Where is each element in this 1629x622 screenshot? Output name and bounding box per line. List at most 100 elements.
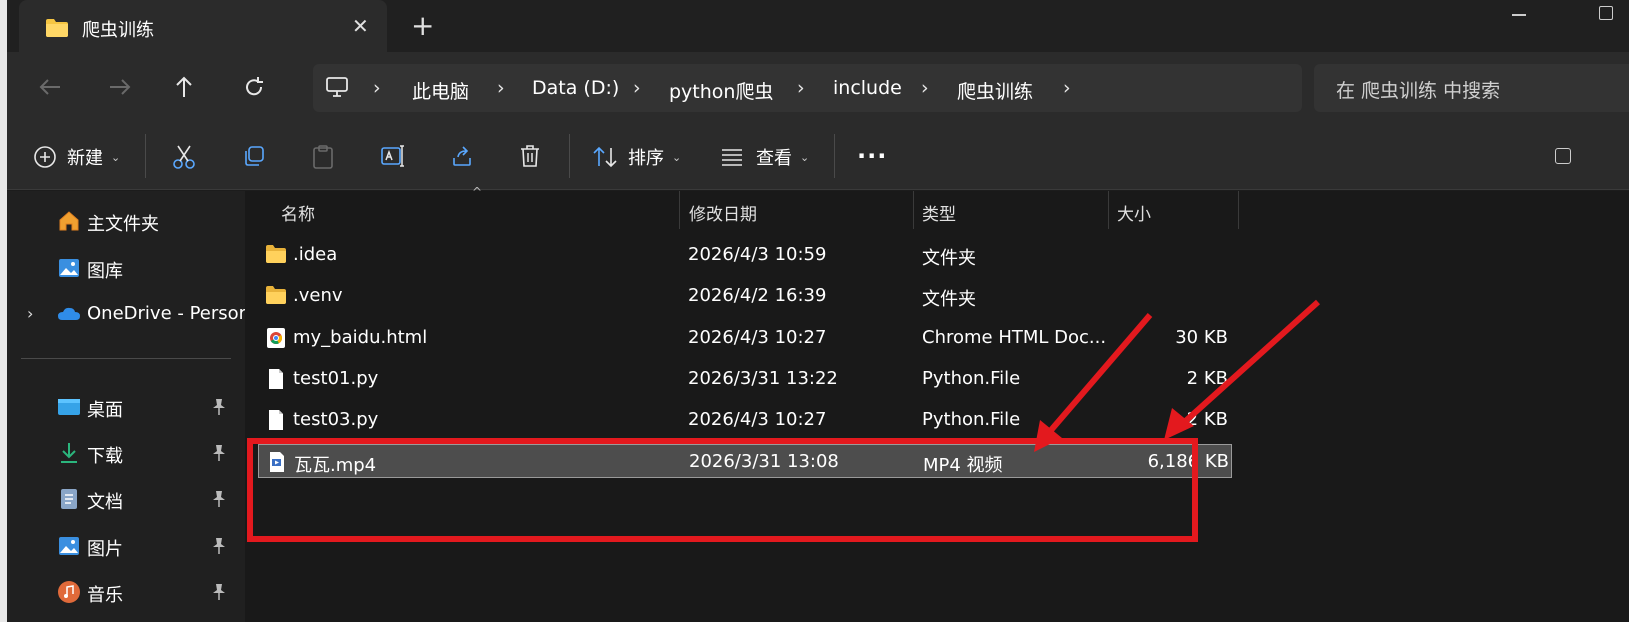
sort-label: 排序: [628, 148, 664, 169]
chevron-right-icon[interactable]: ›: [373, 77, 381, 99]
new-tab-button[interactable]: +: [411, 12, 434, 40]
search-input[interactable]: 在 爬虫训练 中搜索: [1314, 64, 1629, 112]
rename-button[interactable]: [380, 144, 406, 168]
folder-icon: [265, 285, 287, 307]
column-header-name[interactable]: 名称: [281, 191, 315, 229]
file-modified: 2026/3/31 13:08: [689, 451, 839, 472]
pictures-icon: [57, 534, 81, 558]
tab-active[interactable]: 爬虫训练 ✕: [19, 0, 387, 56]
sort-button[interactable]: 排序 ⌄: [592, 144, 681, 170]
sidebar-item-onedrive[interactable]: › OneDrive - Persor: [7, 294, 246, 334]
back-button[interactable]: [35, 72, 65, 102]
sidebar-item-label: 音乐: [87, 585, 123, 606]
column-header-size[interactable]: 大小: [1117, 191, 1151, 229]
sidebar-divider: [21, 358, 231, 359]
table-row[interactable]: .idea 2026/4/3 10:59 文件夹: [258, 238, 1232, 272]
navigation-pane: 主文件夹 图库 › OneDrive - Persor 桌面 下载 文档 图片 …: [7, 191, 246, 622]
chevron-right-icon[interactable]: ›: [797, 77, 805, 99]
navigation-bar: › 此电脑 › Data (D:) › python爬虫 › include ›…: [7, 52, 1629, 122]
file-type: Python.File: [922, 409, 1021, 430]
chevron-right-icon[interactable]: ›: [497, 77, 505, 99]
pin-icon[interactable]: [212, 583, 226, 605]
table-row[interactable]: test01.py 2026/3/31 13:22 Python.File 2 …: [258, 362, 1232, 396]
view-button[interactable]: 查看 ⌄: [720, 144, 809, 170]
sidebar-item-label: 文档: [87, 492, 123, 513]
refresh-icon: [246, 77, 263, 96]
more-options-button[interactable]: ...: [857, 136, 887, 164]
table-row[interactable]: test03.py 2026/4/3 10:27 Python.File 2 K…: [258, 403, 1232, 437]
file-type: 文件夹: [922, 248, 976, 269]
cut-button[interactable]: [172, 144, 196, 170]
paste-button[interactable]: [311, 144, 335, 170]
sidebar-item-pictures[interactable]: 图片: [7, 526, 245, 566]
share-icon: [453, 146, 471, 166]
file-name: 瓦瓦.mp4: [294, 455, 377, 476]
sidebar-item-desktop[interactable]: 桌面: [7, 387, 245, 427]
sidebar-item-home[interactable]: 主文件夹: [7, 201, 245, 241]
arrow-up-icon: [176, 76, 192, 97]
music-icon: [57, 580, 81, 604]
sidebar-item-music[interactable]: 音乐: [7, 572, 245, 612]
file-list: ^ 名称 修改日期 类型 大小 .idea 2026/4/3 10:59 文件夹…: [245, 185, 1629, 622]
scissors-icon: [173, 145, 195, 169]
arrow-left-icon: [39, 79, 60, 95]
details-pane-icon[interactable]: [1555, 148, 1571, 164]
file-size: 30 KB: [1175, 327, 1228, 348]
plus-circle-icon: [34, 146, 56, 168]
gallery-icon: [57, 256, 81, 280]
file-icon: [265, 409, 287, 431]
home-icon: [57, 209, 81, 233]
pin-icon[interactable]: [212, 537, 226, 559]
maximize-button[interactable]: [1599, 6, 1613, 20]
sidebar-item-documents[interactable]: 文档: [7, 479, 245, 519]
column-header-modified[interactable]: 修改日期: [689, 191, 757, 229]
breadcrumb-python[interactable]: python爬虫: [669, 77, 773, 104]
arrow-right-icon: [110, 79, 131, 95]
view-label: 查看: [756, 148, 792, 169]
rename-icon: [381, 145, 404, 167]
chevron-down-icon: ⌄: [800, 150, 810, 164]
onedrive-icon: [57, 302, 81, 326]
sidebar-item-gallery[interactable]: 图库: [7, 248, 245, 288]
column-header-type[interactable]: 类型: [922, 191, 956, 229]
up-button[interactable]: [169, 72, 199, 102]
refresh-button[interactable]: [239, 72, 269, 102]
close-icon[interactable]: ✕: [352, 16, 369, 36]
folder-icon: [265, 244, 287, 266]
minimize-button[interactable]: [1512, 14, 1526, 16]
delete-button[interactable]: [519, 144, 541, 168]
breadcrumb-this-pc[interactable]: 此电脑: [412, 77, 469, 104]
command-bar: 新建 ⌄ 排序 ⌄ 查看 ⌄ ...: [7, 122, 1629, 190]
chevron-right-icon[interactable]: ›: [633, 77, 641, 99]
pin-icon[interactable]: [212, 444, 226, 466]
file-modified: 2026/4/2 16:39: [688, 285, 827, 306]
breadcrumb-current[interactable]: 爬虫训练: [957, 77, 1033, 104]
share-button[interactable]: [450, 144, 474, 168]
tab-title: 爬虫训练: [82, 20, 154, 41]
new-button[interactable]: 新建 ⌄: [33, 144, 120, 170]
trash-icon: [521, 145, 539, 167]
pin-icon[interactable]: [212, 490, 226, 512]
copy-button[interactable]: [242, 144, 266, 168]
desktop-icon: [57, 395, 81, 419]
sort-ascending-icon: ^: [472, 185, 483, 199]
clipboard-icon: [313, 145, 333, 169]
forward-button[interactable]: [105, 72, 135, 102]
pin-icon[interactable]: [212, 398, 226, 420]
computer-icon: [325, 76, 349, 102]
table-row[interactable]: my_baidu.html 2026/4/3 10:27 Chrome HTML…: [258, 321, 1232, 355]
chevron-right-icon[interactable]: ›: [921, 77, 929, 99]
file-modified: 2026/3/31 13:22: [688, 368, 838, 389]
sidebar-item-downloads[interactable]: 下载: [7, 433, 245, 473]
breadcrumb-include[interactable]: include: [833, 77, 902, 99]
table-row-selected[interactable]: 瓦瓦.mp4 2026/3/31 13:08 MP4 视频 6,186 KB: [258, 444, 1232, 478]
new-label: 新建: [67, 148, 103, 169]
file-size: 2 KB: [1186, 409, 1228, 430]
chevron-right-icon[interactable]: ›: [1063, 77, 1071, 99]
breadcrumb-drive[interactable]: Data (D:): [532, 77, 619, 99]
file-type: 文件夹: [922, 289, 976, 310]
chevron-right-icon[interactable]: ›: [27, 304, 33, 323]
table-row[interactable]: .venv 2026/4/2 16:39 文件夹: [258, 279, 1232, 313]
address-bar[interactable]: › 此电脑 › Data (D:) › python爬虫 › include ›…: [313, 64, 1302, 112]
download-icon: [57, 441, 81, 465]
